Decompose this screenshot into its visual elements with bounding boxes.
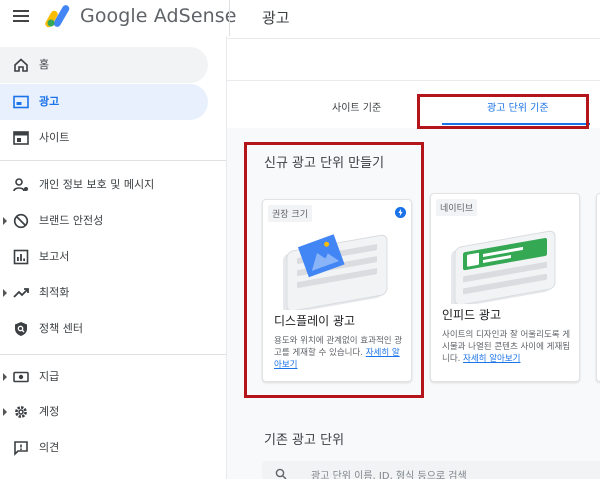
ad-unit-search[interactable]: 광고 단위 이름, ID, 형식 등으로 검색 <box>262 461 600 479</box>
infeed-ad-description: 사이트의 디자인과 잘 어울리도록 게시물과 나열된 콘텐츠 사이에 게재됩니다… <box>442 330 571 364</box>
header-divider <box>229 0 230 36</box>
expand-caret-icon[interactable] <box>3 373 7 381</box>
sidebar-divider <box>0 160 226 161</box>
sidebar-item-label: 지급 <box>39 370 60 383</box>
sidebar-item-ads[interactable]: 광고 <box>0 84 208 120</box>
privacy-icon <box>13 178 28 192</box>
sites-icon <box>13 131 29 145</box>
sidebar-item-home[interactable]: 홈 <box>0 47 208 83</box>
new-ad-unit-title: 신규 광고 단위 만들기 <box>264 156 385 171</box>
display-ad-description: 용도와 위치에 관계없이 효과적인 광고를 게재할 수 있습니다. 자세히 알아… <box>274 336 403 370</box>
sidebar-item-payments[interactable]: 지급 <box>0 359 208 395</box>
display-ad-badge: 권장 크기 <box>268 205 312 222</box>
sidebar-item-label: 브랜드 안전성 <box>39 214 104 227</box>
display-ad-illustration-icon <box>283 234 388 310</box>
policy-shield-icon <box>15 322 27 336</box>
payments-icon <box>13 371 29 383</box>
sidebar-item-label: 정책 센터 <box>39 322 83 335</box>
sidebar-item-reports[interactable]: 보고서 <box>0 239 208 275</box>
expand-caret-icon[interactable] <box>3 217 7 225</box>
more-ad-card[interactable] <box>596 193 600 382</box>
learn-more-link[interactable]: 자세히 알아보기 <box>463 354 520 364</box>
infeed-ad-illustration-icon <box>451 230 556 304</box>
gear-icon <box>15 406 27 418</box>
bolt-icon <box>395 207 406 218</box>
tab-bar: 사이트 기준 광고 단위 기준 <box>227 80 600 128</box>
trending-up-icon <box>13 288 29 298</box>
search-icon <box>275 468 287 479</box>
page-title: 광고 <box>262 9 290 27</box>
adsense-logo-icon <box>45 5 70 28</box>
sidebar-item-label: 홈 <box>39 58 50 71</box>
tab-by-site[interactable]: 사이트 기준 <box>332 99 381 114</box>
sidebar-item-label: 계정 <box>39 405 60 418</box>
sidebar-item-label: 광고 <box>39 95 60 108</box>
display-ad-card[interactable]: 권장 크기 디스플레이 광고 용도와 위치에 관계없이 효과적인 광고를 게재할… <box>262 199 412 382</box>
sidebar-item-label: 개인 정보 보호 및 메시지 <box>39 178 155 191</box>
block-icon <box>13 213 29 229</box>
reports-icon <box>13 249 29 265</box>
ads-icon <box>13 95 29 109</box>
feedback-icon <box>14 441 28 456</box>
header-divider <box>227 38 600 39</box>
sidebar-item-optimization[interactable]: 최적화 <box>0 275 208 311</box>
sidebar-item-privacy[interactable]: 개인 정보 보호 및 메시지 <box>0 167 208 203</box>
expand-caret-icon[interactable] <box>3 289 7 297</box>
sidebar-item-feedback[interactable]: 의견 <box>0 430 208 466</box>
infeed-ad-card[interactable]: 네이티브 인피드 광고 사이트의 디자인과 잘 어울리도록 게시물과 나열된 콘… <box>430 193 580 382</box>
sidebar-item-account[interactable]: 계정 <box>0 394 208 430</box>
active-tab-indicator <box>442 123 590 125</box>
infeed-ad-badge: 네이티브 <box>436 199 478 216</box>
sidebar: 홈 광고 사이트 개인 정보 보호 및 메시지 브랜드 안전성 보고서 최적화 … <box>0 36 226 479</box>
tab-by-ad-unit[interactable]: 광고 단위 기준 <box>487 99 549 114</box>
search-input[interactable]: 광고 단위 이름, ID, 형식 등으로 검색 <box>311 467 467 479</box>
sidebar-item-brand-safety[interactable]: 브랜드 안전성 <box>0 203 208 239</box>
sidebar-item-label: 최적화 <box>39 286 70 299</box>
existing-ad-units-title: 기존 광고 단위 <box>264 433 345 448</box>
sidebar-divider <box>0 354 226 355</box>
app-header: Google AdSense 광고 <box>0 0 600 36</box>
app-logo-text: Google AdSense <box>80 5 237 27</box>
home-icon <box>14 58 28 72</box>
sidebar-item-label: 의견 <box>39 441 60 454</box>
expand-caret-icon[interactable] <box>3 408 7 416</box>
sidebar-item-label: 사이트 <box>39 131 70 144</box>
menu-icon[interactable] <box>13 10 31 24</box>
sidebar-item-label: 보고서 <box>39 250 70 263</box>
infeed-ad-title: 인피드 광고 <box>442 308 502 322</box>
sidebar-item-policy-center[interactable]: 정책 센터 <box>0 311 208 347</box>
sidebar-item-sites[interactable]: 사이트 <box>0 120 208 156</box>
display-ad-title: 디스플레이 광고 <box>274 314 356 328</box>
